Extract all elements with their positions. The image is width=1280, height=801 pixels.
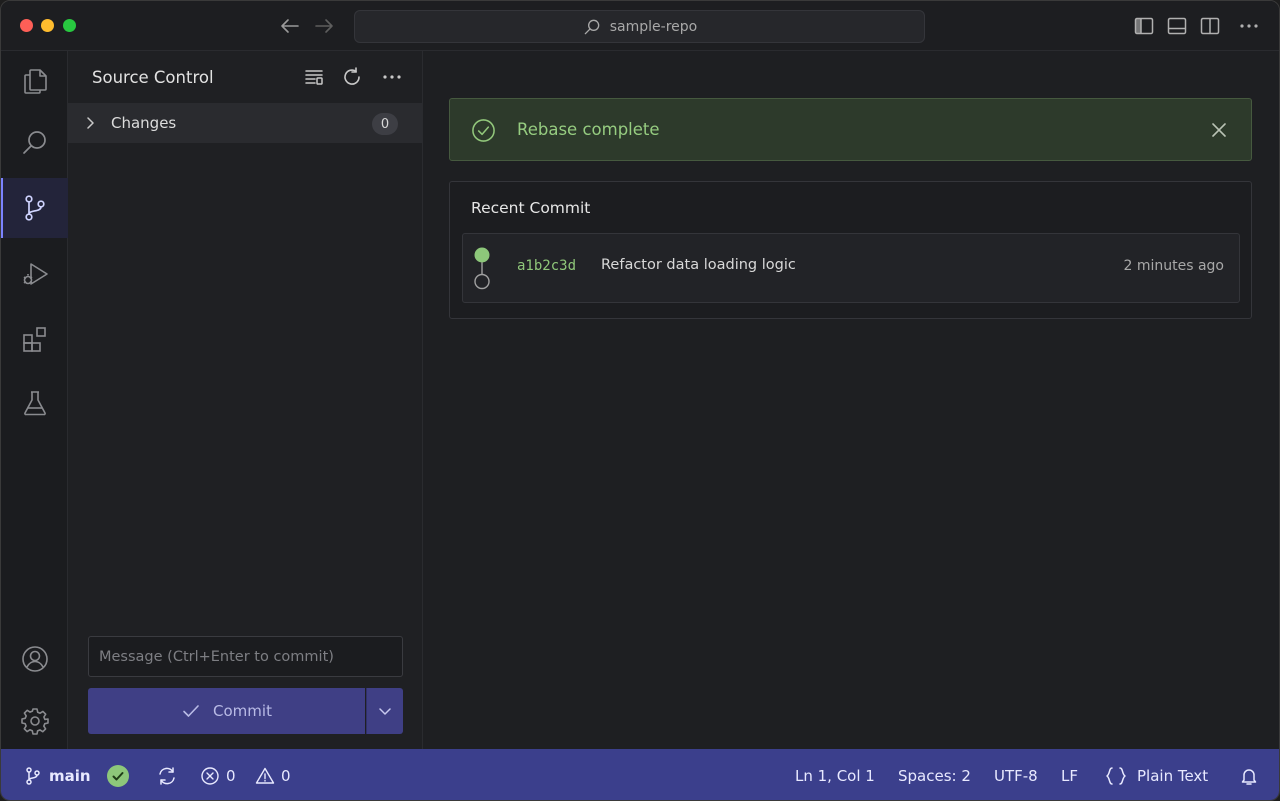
editor-area: Rebase complete Recent Commit a1b2c3d Re… xyxy=(423,51,1279,749)
sync-button[interactable] xyxy=(156,749,178,800)
chevron-down-icon xyxy=(379,708,391,715)
sync-status[interactable] xyxy=(107,749,129,800)
extensions-icon[interactable] xyxy=(1,309,68,369)
cursor-position[interactable]: Ln 1, Col 1 xyxy=(795,749,875,800)
status-bar: main 0 0 Ln 1, Col 1 Spaces: 2 UTF-8 LF xyxy=(1,749,1279,800)
warning-count: 0 xyxy=(281,766,291,785)
command-center-search[interactable]: sample-repo xyxy=(354,10,925,43)
more-actions-icon[interactable] xyxy=(381,66,403,88)
rebase-notification: Rebase complete xyxy=(449,98,1252,161)
testing-icon[interactable] xyxy=(1,373,68,433)
commit-message-input[interactable] xyxy=(88,636,403,677)
minimize-window-button[interactable] xyxy=(41,19,54,32)
problems-warnings[interactable]: 0 xyxy=(255,749,291,800)
encoding[interactable]: UTF-8 xyxy=(994,749,1038,800)
toggle-primary-sidebar-icon[interactable] xyxy=(1133,15,1155,37)
indentation-text: Spaces: 2 xyxy=(898,766,971,785)
chevron-right-icon xyxy=(82,115,98,131)
commit-graph-icon xyxy=(474,247,490,290)
language-mode[interactable]: Plain Text xyxy=(1105,749,1209,800)
check-icon xyxy=(107,764,129,787)
settings-gear-icon[interactable] xyxy=(1,691,68,751)
sync-icon xyxy=(159,766,175,785)
commit-hash[interactable]: a1b2c3d xyxy=(517,258,576,274)
notification-text: Rebase complete xyxy=(517,120,660,139)
activity-bar xyxy=(1,51,68,749)
toggle-secondary-sidebar-icon[interactable] xyxy=(1199,15,1221,37)
end-of-line[interactable]: LF xyxy=(1061,749,1078,800)
files-icon[interactable] xyxy=(1,51,68,111)
commit-button-label: Commit xyxy=(213,702,272,720)
changes-label: Changes xyxy=(111,114,177,132)
commit-message: Refactor data loading logic xyxy=(601,257,796,273)
arrow-right-icon[interactable] xyxy=(312,14,336,38)
git-branch-icon xyxy=(26,766,40,785)
changes-section-header[interactable]: Changes 0 xyxy=(68,103,422,143)
checkmark-icon xyxy=(183,705,199,717)
source-control-sidebar: Source Control Changes 0 Commit xyxy=(68,51,423,749)
cursor-position-text: Ln 1, Col 1 xyxy=(795,766,875,785)
notifications-button[interactable] xyxy=(1239,749,1259,800)
close-icon[interactable] xyxy=(1210,121,1228,139)
view-as-tree-icon[interactable] xyxy=(303,66,325,88)
close-window-button[interactable] xyxy=(20,19,33,32)
branch-name: main xyxy=(49,766,91,785)
check-circle-icon xyxy=(471,118,496,143)
commit-button[interactable]: Commit xyxy=(88,688,365,734)
encoding-text: UTF-8 xyxy=(994,766,1038,785)
sidebar-title: Source Control xyxy=(92,68,214,87)
commit-row[interactable]: a1b2c3d Refactor data loading logic 2 mi… xyxy=(462,233,1240,303)
account-icon[interactable] xyxy=(1,629,68,689)
refresh-icon[interactable] xyxy=(341,66,363,88)
search-icon[interactable] xyxy=(1,113,68,173)
run-debug-icon[interactable] xyxy=(1,244,68,304)
arrow-left-icon[interactable] xyxy=(278,14,302,38)
language-text: Plain Text xyxy=(1137,766,1209,785)
warning-icon xyxy=(255,767,275,784)
vscode-window: sample-repo Source Control Changes 0 Mes… xyxy=(0,0,1280,801)
problems-errors[interactable]: 0 xyxy=(200,749,236,800)
bell-icon xyxy=(1241,768,1257,785)
card-title: Recent Commit xyxy=(471,199,591,217)
recent-commit-card: Recent Commit a1b2c3d Refactor data load… xyxy=(449,181,1252,319)
maximize-window-button[interactable] xyxy=(63,19,76,32)
error-count: 0 xyxy=(226,766,236,785)
toggle-panel-icon[interactable] xyxy=(1166,15,1188,37)
search-text: sample-repo xyxy=(609,18,698,35)
source-control-icon[interactable] xyxy=(1,178,68,238)
search-icon xyxy=(584,19,600,34)
changes-count-badge: 0 xyxy=(372,113,398,135)
braces-icon xyxy=(1106,766,1126,785)
more-actions-icon[interactable] xyxy=(1238,15,1260,37)
commit-dropdown-button[interactable] xyxy=(366,688,403,734)
commit-time: 2 minutes ago xyxy=(1123,258,1224,274)
title-bar: sample-repo xyxy=(1,1,1279,51)
indentation[interactable]: Spaces: 2 xyxy=(898,749,971,800)
error-icon xyxy=(201,766,219,785)
branch-indicator[interactable]: main xyxy=(23,749,91,800)
eol-text: LF xyxy=(1061,766,1078,785)
